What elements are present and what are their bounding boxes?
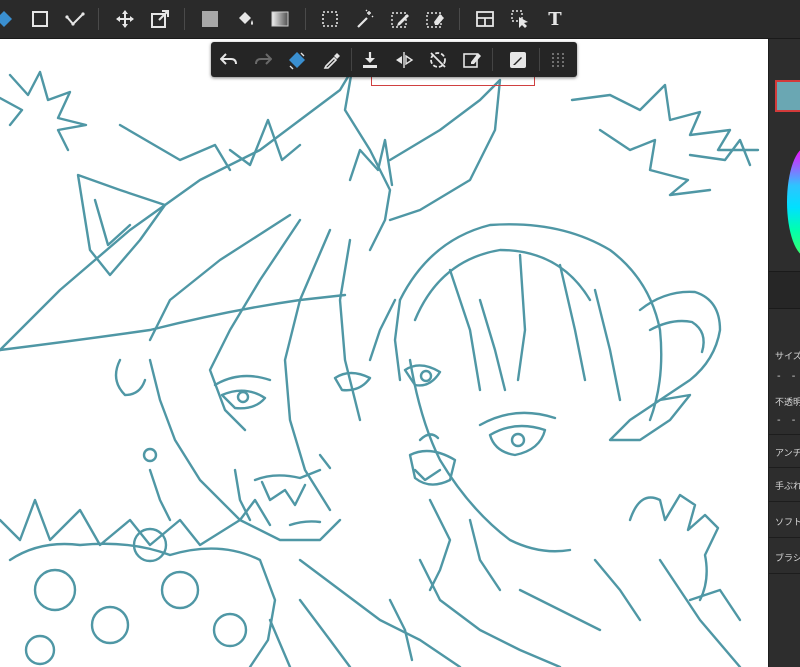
checkmark-icon[interactable] [61,5,89,33]
toolbar-divider [184,8,185,30]
download-icon[interactable] [356,46,384,73]
layout-icon[interactable] [471,5,499,33]
floating-toolbar-divider [539,48,540,71]
bucket-icon[interactable] [231,5,259,33]
undo-icon[interactable] [215,46,243,73]
marquee-icon[interactable] [316,5,344,33]
panel-divider [769,501,800,502]
toolbar-divider [459,8,460,30]
rotate-off-icon[interactable] [424,46,452,73]
fill-icon[interactable] [283,46,311,73]
top-toolbar: T [0,0,800,39]
text-icon[interactable]: T [541,5,569,33]
antialias-label[interactable]: アンチエイリアス [775,446,800,459]
floating-toolbar-divider [351,48,352,71]
selection-edit-icon[interactable] [458,46,486,73]
soft-label[interactable]: ソフト [775,515,800,528]
floating-toolbar [211,42,577,77]
color-wheel[interactable] [787,147,800,257]
right-side-panel: サイズ - - 不透明度 - - アンチエイリアス 手ぶれ補正 ソフト ブラシ [768,39,800,667]
magic-wand-icon[interactable] [351,5,379,33]
selection-pen-icon[interactable] [386,5,414,33]
redo-icon[interactable] [249,46,277,73]
move-icon[interactable] [111,5,139,33]
toolbar-divider [305,8,306,30]
flip-icon[interactable] [390,46,418,73]
fill-diamond-icon[interactable] [0,5,18,33]
drawing-canvas[interactable] [0,39,768,667]
selection-eraser-icon[interactable] [421,5,449,33]
sketch-artwork [0,68,760,667]
rectangle-icon[interactable] [26,5,54,33]
select-arrow-icon[interactable] [506,5,534,33]
stabilizer-label[interactable]: 手ぶれ補正 [775,479,800,492]
opacity-slider[interactable]: - - [777,415,799,426]
panel-divider [769,434,800,435]
grip-icon[interactable] [544,46,572,73]
opacity-label: 不透明度 [775,398,800,408]
gray-square-icon[interactable] [196,5,224,33]
brush-label[interactable]: ブラシ [775,551,800,564]
gradient-icon[interactable] [266,5,294,33]
panel-divider [769,537,800,538]
transform-icon[interactable] [146,5,174,33]
brush-size-label: サイズ [775,352,800,362]
eyedropper-icon[interactable] [318,46,346,73]
brush-size-slider[interactable]: - - [777,371,799,382]
text-tool-label: T [548,8,562,30]
panel-divider [769,467,800,468]
floating-toolbar-divider [492,48,493,71]
panel-tab-bar[interactable] [769,271,800,309]
edit-square-icon[interactable] [504,46,532,73]
selection-outline [371,77,535,86]
toolbar-divider [98,8,99,30]
panel-divider [769,573,800,574]
current-color-swatch[interactable] [775,80,800,112]
